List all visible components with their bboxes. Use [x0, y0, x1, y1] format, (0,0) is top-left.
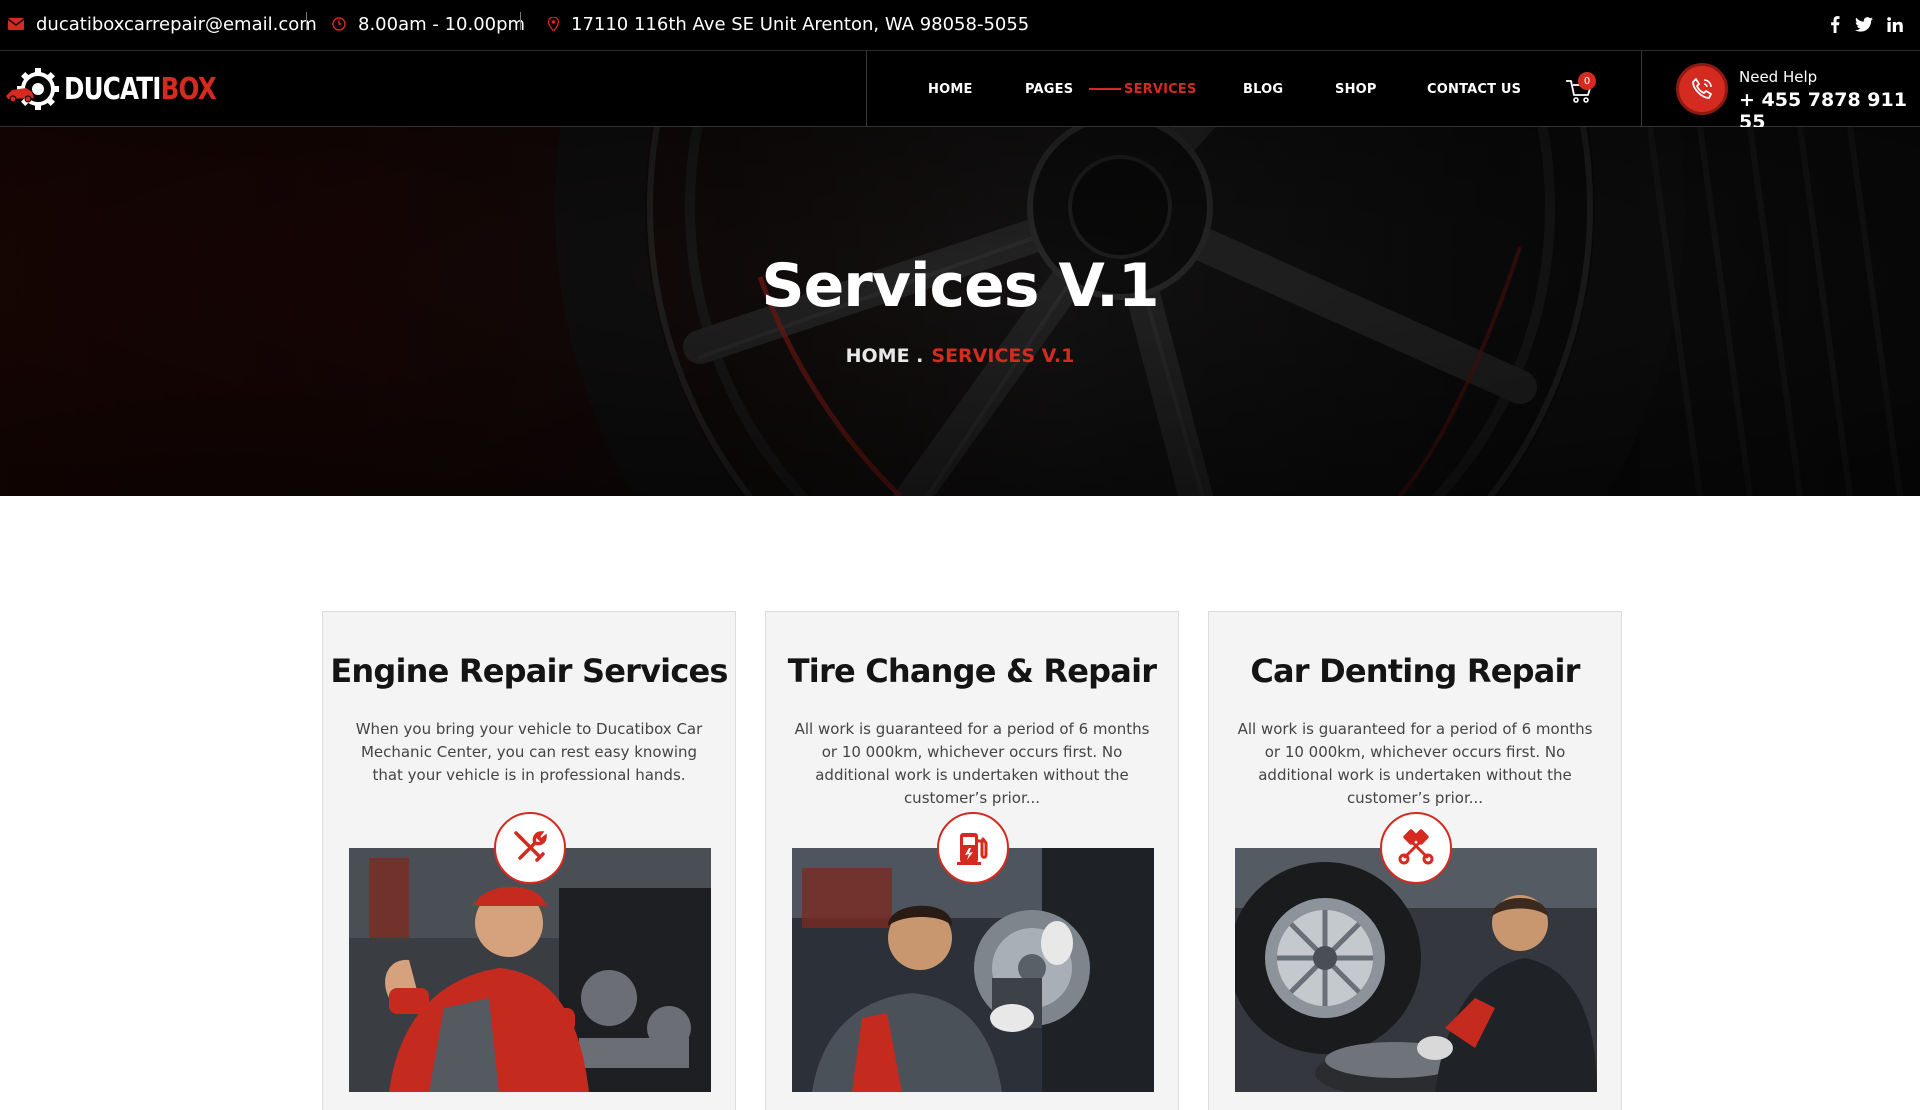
- service-image-mechanic-brake: [792, 848, 1154, 1092]
- service-icon-badge: [494, 812, 566, 884]
- email-item[interactable]: ducatiboxcarrepair@email.com: [8, 0, 317, 48]
- page-hero-banner: Services V.1 HOME . SERVICES V.1: [0, 127, 1920, 496]
- service-title[interactable]: Tire Change & Repair: [766, 652, 1178, 690]
- active-indicator: [1089, 88, 1121, 90]
- logo-word-2: BOX: [160, 71, 217, 107]
- service-card-tire[interactable]: Tire Change & Repair All work is guarant…: [765, 611, 1179, 1110]
- wrench-screwdriver-icon: [514, 831, 547, 862]
- service-description: All work is guaranteed for a period of 6…: [794, 720, 1150, 807]
- service-image-mechanic-engine: [349, 848, 711, 1092]
- address-item: 17110 116th Ave SE Unit Arenton, WA 9805…: [548, 0, 1029, 48]
- twitter-icon: [1855, 16, 1873, 32]
- breadcrumb-current: SERVICES V.1: [931, 345, 1075, 367]
- phone-call-button[interactable]: [1676, 63, 1728, 115]
- clock-icon: [332, 17, 346, 31]
- top-info-bar: ducatiboxcarrepair@email.com 8.00am - 10…: [0, 0, 1920, 51]
- linkedin-icon: [1887, 16, 1903, 32]
- gear-car-logo-icon: [6, 68, 59, 110]
- nav-services[interactable]: SERVICES: [1124, 51, 1197, 127]
- nav-divider: [866, 51, 867, 127]
- help-label: Need Help: [1739, 68, 1818, 86]
- service-card-engine[interactable]: Engine Repair Services When you bring yo…: [322, 611, 736, 1110]
- service-image-mechanic-wheel: [1235, 848, 1597, 1092]
- hours-item: 8.00am - 10.00pm: [332, 0, 525, 48]
- fuel-pump-icon: [957, 833, 988, 865]
- page-title: Services V.1: [761, 251, 1159, 321]
- nav-home[interactable]: HOME: [928, 51, 973, 127]
- nav-contact[interactable]: CONTACT US: [1427, 51, 1521, 127]
- address-text: 17110 116th Ave SE Unit Arenton, WA 9805…: [571, 13, 1030, 35]
- logo[interactable]: DUCATIBOX: [4, 65, 249, 113]
- service-description: All work is guaranteed for a period of 6…: [1237, 720, 1593, 807]
- service-icon-badge: [937, 812, 1009, 884]
- breadcrumb-home[interactable]: HOME .: [846, 345, 924, 367]
- nav-pages[interactable]: PAGES: [1025, 51, 1073, 127]
- facebook-icon: [1831, 15, 1840, 33]
- cart-count-badge: 0: [1578, 72, 1596, 90]
- service-description: When you bring your vehicle to Ducatibox…: [355, 720, 703, 784]
- email-text: ducatiboxcarrepair@email.com: [36, 13, 317, 35]
- divider: [306, 12, 307, 30]
- nav-blog[interactable]: BLOG: [1243, 51, 1283, 127]
- service-title[interactable]: Car Denting Repair: [1209, 652, 1621, 690]
- twitter-link[interactable]: [1855, 0, 1873, 48]
- pistons-icon: [1398, 829, 1434, 865]
- linkedin-link[interactable]: [1887, 0, 1903, 48]
- phone-icon: [1692, 78, 1712, 99]
- breadcrumb: HOME . SERVICES V.1: [0, 345, 1920, 367]
- nav-shop[interactable]: SHOP: [1335, 51, 1377, 127]
- logo-word-1: DUCATI: [64, 71, 161, 107]
- facebook-link[interactable]: [1830, 0, 1840, 48]
- main-navbar: DUCATIBOX HOME PAGES SERVICES BLOG SHOP …: [0, 51, 1920, 133]
- logo-wordmark: DUCATIBOX: [64, 71, 217, 107]
- divider: [520, 12, 521, 30]
- service-icon-badge: [1380, 812, 1452, 884]
- envelope-icon: [8, 18, 24, 30]
- hours-text: 8.00am - 10.00pm: [358, 13, 526, 35]
- service-title[interactable]: Engine Repair Services: [323, 652, 735, 690]
- service-card-denting[interactable]: Car Denting Repair All work is guarantee…: [1208, 611, 1622, 1110]
- map-pin-icon: [548, 17, 559, 31]
- nav-divider: [1641, 51, 1642, 127]
